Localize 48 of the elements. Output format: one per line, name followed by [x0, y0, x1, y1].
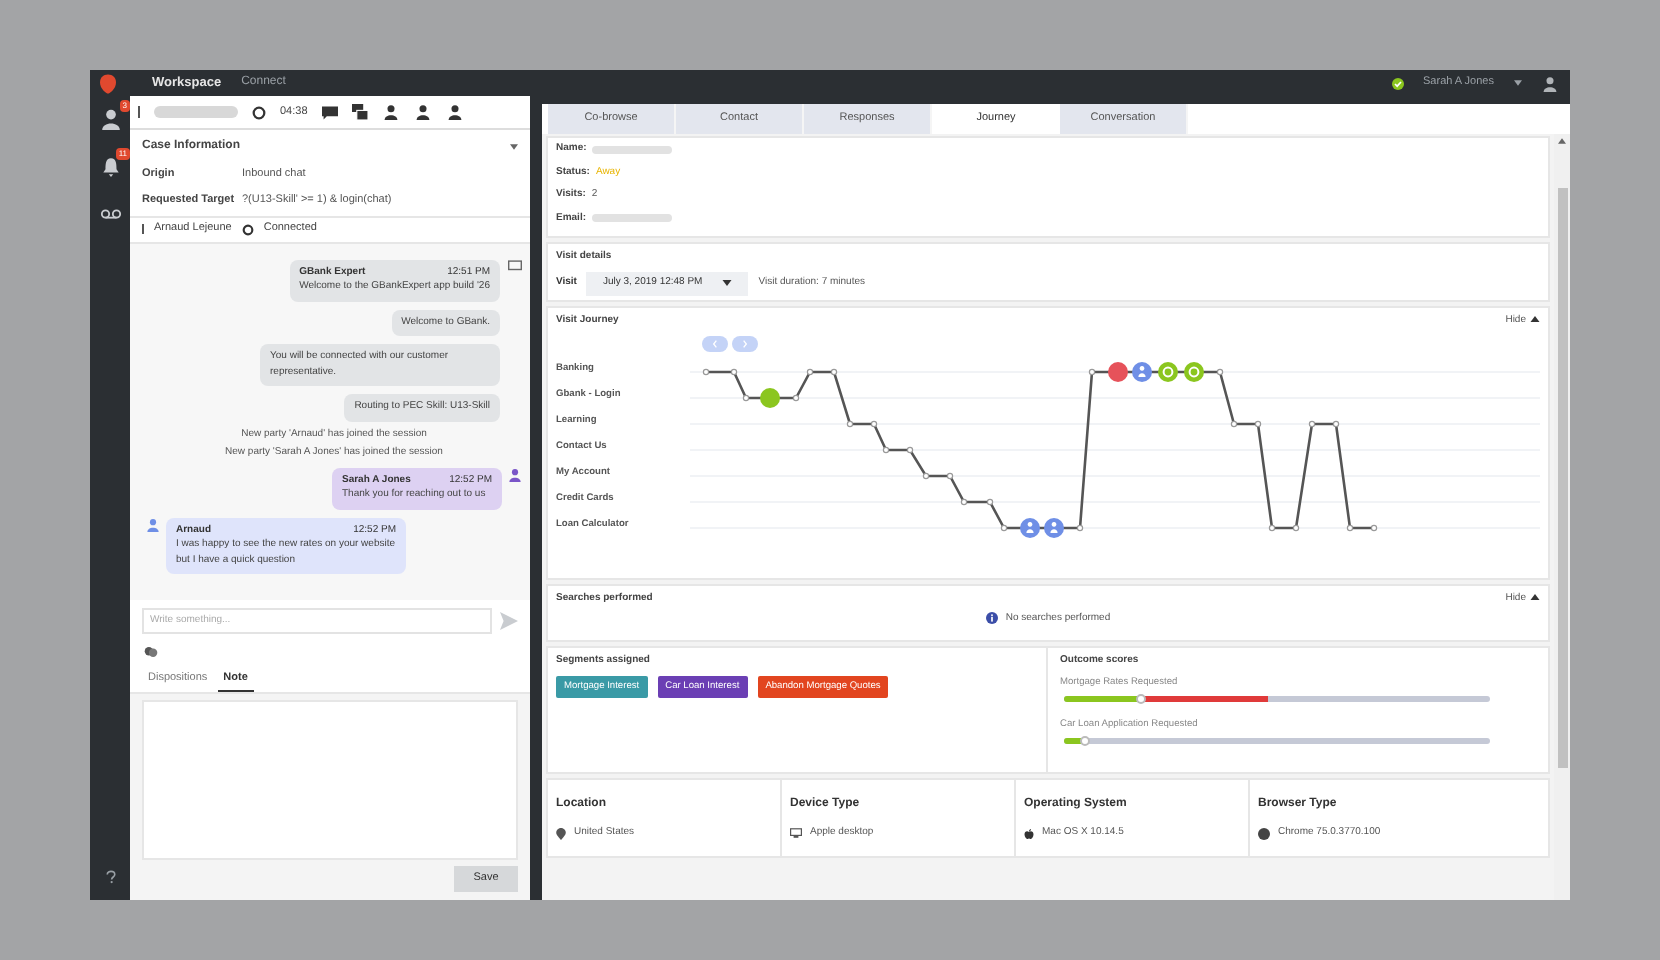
- person-marker-icon[interactable]: [1020, 517, 1040, 537]
- caret-icon: [1514, 80, 1522, 86]
- previous-button[interactable]: [702, 335, 728, 351]
- bell-icon: [99, 155, 121, 177]
- blurred-value: [592, 214, 673, 223]
- consult-icon: [445, 104, 464, 120]
- chat-bubbles-icon[interactable]: [351, 104, 368, 120]
- globe-icon: [1258, 827, 1270, 840]
- help-icon[interactable]: [105, 870, 115, 884]
- info-icon: [985, 612, 998, 625]
- caret-icon: [722, 280, 733, 286]
- chevron-up-icon: [1530, 594, 1540, 600]
- blurred-value: [592, 145, 673, 154]
- apple-icon: [1024, 827, 1034, 840]
- logo-icon: [100, 73, 116, 93]
- transfer-icon: [381, 104, 400, 120]
- next-button[interactable]: [732, 335, 758, 351]
- circle-marker-icon[interactable]: [760, 387, 780, 407]
- conference-icon: [413, 104, 432, 120]
- send-icon[interactable]: [500, 611, 518, 629]
- voicemail-icon: [99, 208, 121, 220]
- user-menu-icon: [1542, 75, 1558, 91]
- person-marker-icon[interactable]: [1044, 517, 1064, 537]
- score-thumb[interactable]: [1135, 693, 1146, 704]
- circle-marker-icon[interactable]: [1108, 361, 1128, 381]
- chevron-left-icon: [712, 339, 718, 347]
- attachment-icon[interactable]: [144, 645, 158, 657]
- collapse-caret-icon: [510, 144, 518, 150]
- chat-bubble-icon[interactable]: [321, 105, 338, 119]
- risk-segment: [1140, 695, 1269, 702]
- person-marker-icon[interactable]: [1132, 361, 1152, 381]
- ring-marker-icon[interactable]: [1184, 361, 1204, 381]
- bot-screen-icon: [508, 259, 522, 271]
- agent-avatar-icon: [508, 467, 522, 481]
- blurred-contact-name: [154, 106, 238, 118]
- monitor-icon: [790, 828, 802, 839]
- people-icon: [99, 107, 121, 129]
- customer-avatar-icon: [146, 517, 160, 531]
- note-field[interactable]: [142, 699, 518, 860]
- chevron-right-icon: [742, 339, 748, 347]
- chat-status-icon: [252, 105, 266, 119]
- status-available-icon: [1391, 77, 1404, 89]
- pin-icon: [556, 827, 566, 840]
- ring-marker-icon[interactable]: [1158, 361, 1178, 381]
- scroll-up-icon: [1558, 138, 1566, 144]
- score-thumb[interactable]: [1080, 735, 1091, 746]
- chevron-up-icon: [1530, 316, 1540, 322]
- connected-icon: [241, 223, 254, 235]
